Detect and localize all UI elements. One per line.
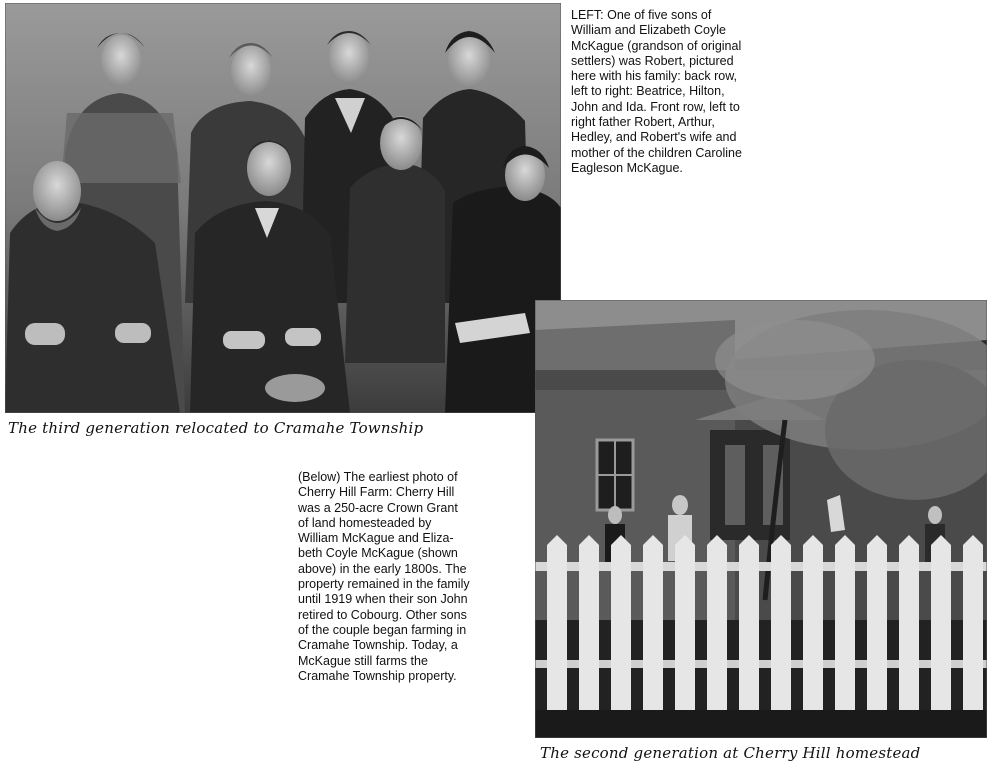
below-caption-line: Cramahe Township. Today, a: [298, 638, 458, 653]
left-caption-line: LEFT: One of five sons of: [571, 8, 712, 22]
below-caption-text: (Below) The earliest photo of Cherry Hil…: [298, 470, 470, 684]
left-caption-line: William and Elizabeth Coyle: [571, 23, 726, 38]
left-caption-line: mother of the children Caroline: [571, 145, 742, 160]
below-caption-line: retired to Cobourg. Other sons: [298, 607, 467, 622]
left-caption-line: John and Ida. Front row, left to: [571, 99, 740, 114]
farm-photo-image: [535, 300, 987, 738]
below-caption-line: Cramahe Township property.: [298, 668, 457, 683]
left-caption-line: right father Robert, Arthur,: [571, 115, 715, 130]
below-caption-line: beth Coyle McKague (shown: [298, 546, 458, 561]
below-caption-line: was a 250-acre Crown Grant: [298, 500, 458, 515]
left-caption-line: Hedley, and Robert's wife and: [571, 130, 737, 145]
farm-photo-caption: The second generation at Cherry Hill hom…: [540, 744, 921, 762]
left-caption-line: settlers) was Robert, pictured: [571, 53, 734, 68]
below-caption-line: William McKague and Eliza-: [298, 531, 454, 546]
family-photo: [5, 3, 561, 413]
left-caption-line: McKague (grandson of original: [571, 38, 742, 53]
below-caption-line: McKague still farms the: [298, 653, 428, 668]
below-caption-line: (Below) The earliest photo of: [298, 470, 458, 484]
below-caption-line: of land homesteaded by: [298, 515, 432, 530]
left-caption-line: here with his family: back row,: [571, 69, 738, 84]
family-photo-caption: The third generation relocated to Cramah…: [8, 419, 424, 437]
left-caption-line: Eagleson McKague.: [571, 160, 683, 175]
family-photo-image: [5, 3, 561, 413]
below-caption-line: above) in the early 1800s. The: [298, 561, 467, 576]
left-caption-text: LEFT: One of five sons of William and El…: [571, 8, 742, 176]
farm-photo: [535, 300, 987, 738]
below-caption-line: Cherry Hill Farm: Cherry Hill: [298, 485, 455, 500]
below-caption-line: of the couple began farming in: [298, 622, 467, 637]
left-caption-line: left to right: Beatrice, Hilton,: [571, 84, 725, 99]
below-caption-line: until 1919 when their son John: [298, 592, 468, 607]
below-caption-line: property remained in the family: [298, 577, 470, 592]
